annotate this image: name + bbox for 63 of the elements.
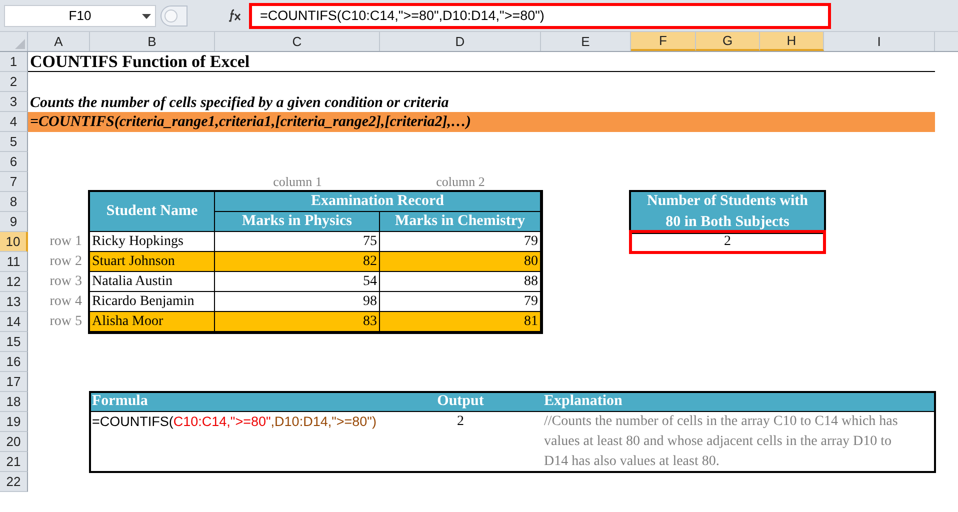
table-cell: 83 (214, 311, 380, 332)
row-header[interactable]: 20 (0, 432, 28, 452)
row-label: row 5 (48, 313, 83, 331)
row-header[interactable]: 12 (0, 272, 28, 292)
row-header[interactable]: 14 (0, 312, 28, 332)
name-box[interactable]: F10 (4, 4, 156, 26)
row-header[interactable]: 22 (0, 472, 28, 492)
column-header[interactable]: D (380, 32, 541, 51)
row-header[interactable]: 4 (0, 112, 28, 132)
row-header[interactable]: 17 (0, 372, 28, 392)
row-header[interactable]: 21 (0, 452, 28, 472)
row-header[interactable]: 18 (0, 392, 28, 412)
explanation-text: //Counts the number of cells in the array C10 to C14 which has values at least 80 and whose adjacent cells in the array D10 to D14 has also values at least 80. (543, 413, 899, 471)
row-header[interactable]: 13 (0, 292, 28, 312)
table-header: Marks in Chemistry (379, 211, 541, 232)
resize-handle-icon[interactable] (160, 4, 188, 26)
row-label: row 4 (48, 293, 83, 311)
dropdown-icon[interactable] (142, 14, 151, 20)
table-header: Explanation (541, 392, 935, 412)
row-header[interactable]: 15 (0, 332, 28, 352)
table-header: Output (380, 392, 541, 412)
table-cell: 81 (379, 311, 541, 332)
row-label: row 2 (48, 253, 83, 271)
row-header[interactable]: 16 (0, 352, 28, 372)
column-label: column 2 (435, 173, 486, 191)
column-header[interactable]: F (631, 32, 696, 51)
table-cell: 82 (214, 251, 380, 272)
description-text: Counts the number of cells specified by a given condition or criteria (29, 94, 450, 112)
row-header[interactable]: 10 (0, 232, 28, 252)
row-header[interactable]: 8 (0, 192, 28, 212)
column-header[interactable]: G (696, 32, 760, 51)
row-header[interactable]: 1 (0, 52, 28, 72)
function-icon[interactable] (228, 9, 242, 22)
table-header: Examination Record (214, 191, 541, 212)
row-header[interactable]: 3 (0, 92, 28, 112)
table-cell: Stuart Johnson (89, 251, 215, 272)
row-header[interactable]: 19 (0, 412, 28, 432)
sheet-title: COUNTIFS Function of Excel (28, 52, 935, 72)
column-header[interactable]: A (28, 32, 90, 51)
row-header[interactable]: 5 (0, 132, 28, 152)
syntax-banner: =COUNTIFS(criteria_range1,criteria1,[criteria_range2],[criteria2],…) (28, 112, 935, 132)
column-header[interactable]: I (824, 32, 935, 51)
column-header[interactable]: H (760, 32, 824, 51)
table-cell[interactable]: 2 (631, 232, 824, 252)
formula-text: =COUNTIFS(C10:C14,">=80",D10:D14,">=80") (91, 413, 378, 431)
formula-bar[interactable]: =COUNTIFS(C10:C14,">=80",D10:D14,">=80") (249, 2, 831, 28)
table-header: Student Name (89, 191, 215, 232)
row-label: row 1 (48, 233, 83, 251)
table-cell: 80 (379, 251, 541, 272)
row-header[interactable]: 9 (0, 212, 28, 232)
column-header[interactable]: B (90, 32, 215, 51)
row-header[interactable]: 7 (0, 172, 28, 192)
row-label: row 3 (48, 273, 83, 291)
table-header: Number of Students with 80 in Both Subjects (631, 192, 824, 232)
table-header: Formula (90, 392, 380, 412)
row-header[interactable]: 2 (0, 72, 28, 92)
table-header: Marks in Physics (214, 211, 380, 232)
column-label: column 1 (272, 173, 323, 191)
column-header[interactable]: C (215, 32, 380, 51)
table-cell: Alisha Moor (89, 311, 215, 332)
table-cell-text: 2 (457, 413, 464, 431)
row-header[interactable]: 11 (0, 252, 28, 272)
row-header[interactable]: 6 (0, 152, 28, 172)
